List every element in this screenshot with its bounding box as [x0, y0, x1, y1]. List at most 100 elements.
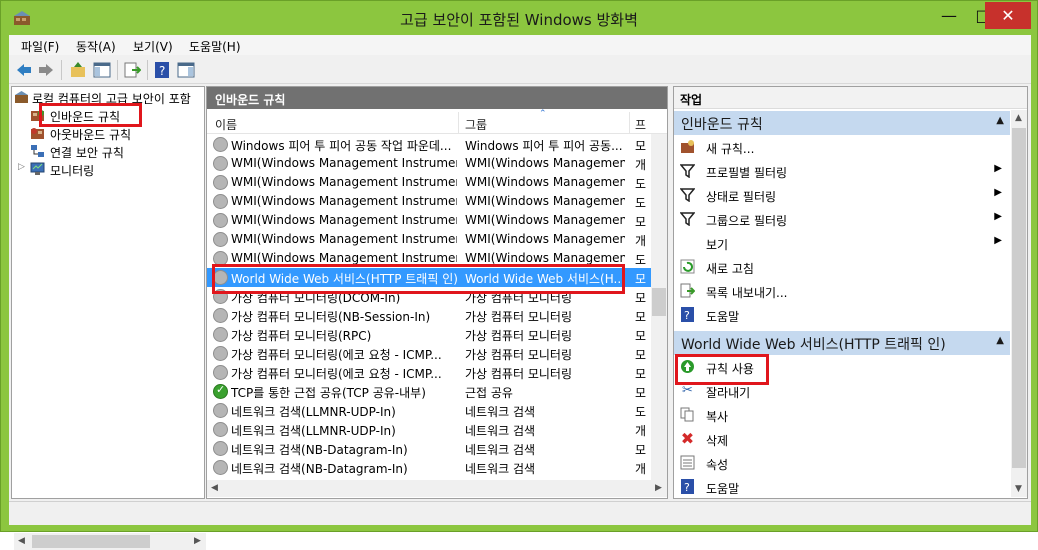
- menu-view[interactable]: 보기(V): [133, 38, 173, 55]
- action-filter-by-state[interactable]: 상태로 필터링 ▶: [674, 183, 1010, 207]
- status-bar: [9, 501, 1031, 525]
- table-row[interactable]: World Wide Web 서비스(HTTP 트래픽 인) World Wide…: [207, 268, 651, 287]
- delete-icon: ✖: [680, 429, 695, 448]
- section-selected-rule[interactable]: World Wide Web 서비스(HTTP 트래픽 인) ▲: [674, 331, 1010, 355]
- action-copy[interactable]: 복사: [674, 403, 1010, 427]
- help-icon[interactable]: ?: [153, 61, 171, 79]
- close-button[interactable]: ✕: [985, 2, 1031, 29]
- table-row[interactable]: WMI(Windows Management Instrument... WMI(…: [207, 154, 651, 173]
- scrollbar-thumb[interactable]: [32, 535, 150, 548]
- action-refresh[interactable]: 새로 고침: [674, 255, 1010, 279]
- action-label: 새로 고침: [706, 262, 754, 276]
- action-properties[interactable]: 속성: [674, 451, 1010, 475]
- column-header-group[interactable]: 그룹: [465, 116, 487, 133]
- up-folder-icon[interactable]: [69, 61, 87, 79]
- scroll-left-icon[interactable]: ◀: [18, 536, 25, 546]
- title-bar[interactable]: 고급 보안이 포함된 Windows 방화벽 — □ ✕: [1, 1, 1037, 35]
- toolbar-separator: [147, 60, 148, 80]
- table-row[interactable]: WMI(Windows Management Instrument... WMI(…: [207, 249, 651, 268]
- rule-disabled-icon: [213, 137, 228, 152]
- action-delete[interactable]: ✖ 삭제: [674, 427, 1010, 451]
- rule-disabled-icon: [213, 365, 228, 380]
- table-row[interactable]: 네트워크 검색(LLMNR-UDP-In) 네트워크 검색 개: [207, 420, 651, 439]
- action-cut[interactable]: ✂ 잘라내기: [674, 379, 1010, 403]
- help-icon: ?: [681, 479, 694, 494]
- action-enable-rule[interactable]: 규칙 사용: [674, 355, 1010, 379]
- action-label: 복사: [706, 410, 729, 424]
- rules-vertical-scrollbar[interactable]: [651, 134, 667, 480]
- export-list-icon: [680, 283, 695, 298]
- menu-action[interactable]: 동작(A): [76, 38, 116, 55]
- menu-file[interactable]: 파일(F): [21, 38, 59, 55]
- rule-disabled-icon: [213, 270, 228, 285]
- rule-profile: 모: [635, 348, 647, 362]
- table-row[interactable]: 가상 컴퓨터 모니터링(DCOM-In) 가상 컴퓨터 모니터링 모: [207, 287, 651, 306]
- copy-icon: [680, 407, 694, 422]
- back-arrow-icon[interactable]: [15, 61, 33, 79]
- menu-help[interactable]: 도움말(H): [189, 38, 241, 55]
- action-filter-by-profile[interactable]: 프로필별 필터링 ▶: [674, 159, 1010, 183]
- tree-horizontal-scrollbar[interactable]: ◀ ▶: [14, 533, 206, 550]
- sort-ascending-icon: ⌃: [539, 109, 547, 119]
- show-hide-tree-icon[interactable]: [93, 61, 111, 79]
- forward-arrow-icon[interactable]: [37, 61, 55, 79]
- rule-profile: 모: [635, 139, 647, 153]
- scroll-down-icon[interactable]: ▼: [1015, 484, 1022, 494]
- show-hide-action-pane-icon[interactable]: [177, 61, 195, 79]
- action-export-list[interactable]: 목록 내보내기...: [674, 279, 1010, 303]
- filter-icon: [680, 188, 695, 202]
- table-row[interactable]: Windows 피어 투 피어 공동 작업 파운데... Windows 피어 투…: [207, 135, 651, 154]
- tree-item-label: 모니터링: [50, 164, 95, 178]
- rule-name: WMI(Windows Management Instrument...: [231, 175, 457, 189]
- action-filter-by-group[interactable]: 그룹으로 필터링 ▶: [674, 207, 1010, 231]
- rule-disabled-icon: [213, 460, 228, 475]
- table-row[interactable]: WMI(Windows Management Instrument... WMI(…: [207, 192, 651, 211]
- action-view[interactable]: 보기 ▶: [674, 231, 1010, 255]
- refresh-icon: [680, 259, 695, 274]
- rule-name: WMI(Windows Management Instrument...: [231, 213, 457, 227]
- actions-vertical-scrollbar[interactable]: ▲ ▼: [1011, 110, 1027, 497]
- action-help-2[interactable]: ? 도움말: [674, 475, 1010, 497]
- column-divider[interactable]: [458, 112, 459, 134]
- table-row[interactable]: TCP를 통한 근접 공유(TCP 공유-내부) 근접 공유 모: [207, 382, 651, 401]
- table-row[interactable]: 가상 컴퓨터 모니터링(에코 요청 - ICMP... 가상 컴퓨터 모니터링 모: [207, 344, 651, 363]
- table-row[interactable]: WMI(Windows Management Instrument... WMI(…: [207, 211, 651, 230]
- scrollbar-thumb[interactable]: [652, 288, 666, 316]
- action-new-rule[interactable]: 새 규칙...: [674, 135, 1010, 159]
- rules-horizontal-scrollbar[interactable]: ◀ ▶: [207, 480, 667, 497]
- scrollbar-thumb[interactable]: [1012, 128, 1026, 468]
- table-row[interactable]: 네트워크 검색(LLMNR-UDP-In) 네트워크 검색 도: [207, 401, 651, 420]
- table-row[interactable]: 가상 컴퓨터 모니터링(NB-Session-In) 가상 컴퓨터 모니터링 모: [207, 306, 651, 325]
- expand-arrow-icon[interactable]: ▷: [18, 162, 25, 172]
- rule-group: 네트워크 검색: [465, 443, 536, 457]
- rules-table: Windows 피어 투 피어 공동 작업 파운데... Windows 피어 투…: [207, 134, 651, 480]
- filter-icon: [680, 164, 695, 178]
- rule-group: WMI(Windows Managemen...: [465, 156, 625, 170]
- collapse-icon[interactable]: ▲: [996, 115, 1004, 126]
- rule-disabled-icon: [213, 251, 228, 266]
- table-row[interactable]: WMI(Windows Management Instrument... WMI(…: [207, 173, 651, 192]
- column-header-name[interactable]: 이름: [215, 116, 237, 133]
- rule-profile: 모: [635, 215, 647, 229]
- column-header-profile[interactable]: 프: [635, 116, 646, 133]
- table-row[interactable]: 네트워크 검색(NB-Datagram-In) 네트워크 검색 개: [207, 458, 651, 477]
- app-window: 고급 보안이 포함된 Windows 방화벽 — □ ✕ 파일(F) 동작(A)…: [0, 0, 1038, 550]
- collapse-icon[interactable]: ▲: [996, 335, 1004, 346]
- rule-name: 가상 컴퓨터 모니터링(에코 요청 - ICMP...: [231, 348, 442, 362]
- table-row[interactable]: 네트워크 검색(NB-Datagram-In) 네트워크 검색 모: [207, 439, 651, 458]
- svg-text:?: ?: [159, 64, 165, 78]
- table-row[interactable]: 가상 컴퓨터 모니터링(에코 요청 - ICMP... 가상 컴퓨터 모니터링 모: [207, 363, 651, 382]
- table-row[interactable]: 가상 컴퓨터 모니터링(RPC) 가상 컴퓨터 모니터링 모: [207, 325, 651, 344]
- action-help[interactable]: ? 도움말: [674, 303, 1010, 327]
- section-inbound-rules[interactable]: 인바운드 규칙 ▲: [674, 111, 1010, 135]
- section-title: 인바운드 규칙: [681, 117, 763, 133]
- scroll-left-icon[interactable]: ◀: [211, 483, 218, 493]
- table-row[interactable]: WMI(Windows Management Instrument... WMI(…: [207, 230, 651, 249]
- rule-disabled-icon: [213, 289, 228, 304]
- scroll-right-icon[interactable]: ▶: [194, 536, 201, 546]
- action-label: 새 규칙...: [706, 142, 755, 156]
- export-list-icon[interactable]: [123, 61, 141, 79]
- scroll-right-icon[interactable]: ▶: [655, 483, 662, 493]
- column-divider[interactable]: [629, 112, 630, 134]
- scroll-up-icon[interactable]: ▲: [1015, 113, 1022, 123]
